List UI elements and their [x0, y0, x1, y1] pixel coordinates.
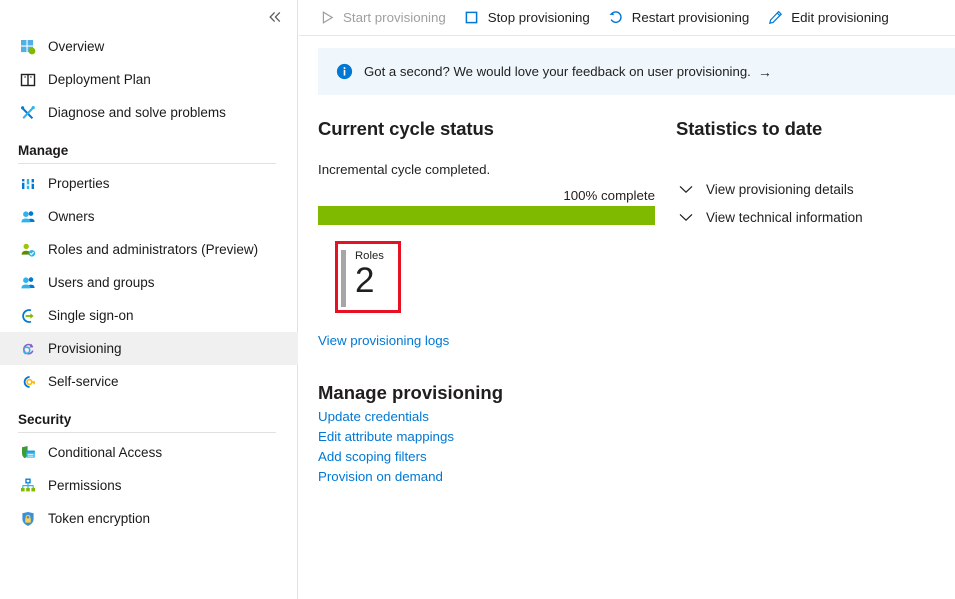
pencil-edit-icon: [766, 9, 784, 27]
roles-stat-tile-wrapper: Roles 2: [335, 241, 405, 313]
sidebar: Overview Deployment Plan Diagnose and so…: [0, 0, 298, 599]
sidebar-item-self-service[interactable]: Self-service: [0, 365, 298, 398]
sidebar-item-label: Single sign-on: [48, 308, 134, 323]
sidebar-group-manage: Manage: [18, 143, 69, 158]
azure-provisioning-page: Overview Deployment Plan Diagnose and so…: [0, 0, 955, 599]
users-group-icon: [18, 274, 38, 292]
sidebar-item-properties[interactable]: Properties: [0, 167, 298, 200]
sidebar-divider: [18, 163, 276, 164]
feedback-banner[interactable]: Got a second? We would love your feedbac…: [318, 48, 955, 95]
sidebar-item-label: Overview: [48, 39, 105, 54]
add-scoping-filters-link[interactable]: Add scoping filters: [318, 447, 658, 467]
command-label: Restart provisioning: [631, 10, 750, 25]
current-cycle-status-column: Current cycle status Incremental cycle c…: [318, 118, 658, 487]
sidebar-item-label: Deployment Plan: [48, 72, 151, 87]
chevron-down-icon: [676, 185, 696, 194]
expander-view-provisioning-details[interactable]: View provisioning details: [676, 178, 955, 200]
tile-body: Roles 2: [355, 250, 384, 307]
self-service-key-icon: [18, 373, 38, 391]
restart-arrow-icon: [607, 9, 625, 27]
section-title-manage-provisioning: Manage provisioning: [318, 382, 504, 403]
token-encryption-lock-icon: [18, 510, 38, 528]
owners-people-icon: [18, 208, 38, 226]
main-content: Start provisioning Stop provisioning Res…: [299, 0, 955, 599]
sidebar-item-token-encryption[interactable]: Token encryption: [0, 502, 298, 535]
statistics-column: Statistics to date View provisioning det…: [676, 118, 955, 228]
stop-square-icon: [463, 9, 481, 27]
sidebar-group-security: Security: [18, 412, 72, 427]
sidebar-item-users-and-groups[interactable]: Users and groups: [0, 266, 298, 299]
sidebar-item-label: Token encryption: [48, 511, 151, 526]
sidebar-item-permissions[interactable]: Permissions: [0, 469, 298, 502]
edit-attribute-mappings-link[interactable]: Edit attribute mappings: [318, 427, 658, 447]
chevron-down-icon: [676, 213, 696, 222]
conditional-access-shield-icon: [18, 444, 38, 462]
sidebar-nav-list: Overview Deployment Plan Diagnose and so…: [0, 30, 298, 535]
sidebar-item-owners[interactable]: Owners: [0, 200, 298, 233]
sidebar-item-label: Permissions: [48, 478, 122, 493]
sidebar-item-provisioning[interactable]: Provisioning: [0, 332, 298, 365]
restart-provisioning-button[interactable]: Restart provisioning: [607, 3, 750, 33]
tile-value: 2: [355, 261, 375, 300]
stop-provisioning-button[interactable]: Stop provisioning: [463, 3, 590, 33]
sidebar-item-label: Roles and administrators (Preview): [48, 242, 259, 257]
arrow-right-icon: →: [757, 63, 772, 80]
single-sign-on-icon: [18, 307, 38, 325]
progress-bar: [318, 206, 655, 225]
command-label: Stop provisioning: [487, 10, 590, 25]
start-provisioning-button[interactable]: Start provisioning: [318, 3, 446, 33]
update-credentials-link[interactable]: Update credentials: [318, 407, 658, 427]
progress-percent-label: 100% complete: [563, 188, 655, 203]
play-triangle-icon: [318, 9, 336, 27]
sidebar-item-conditional-access[interactable]: Conditional Access: [0, 436, 298, 469]
sidebar-item-single-sign-on[interactable]: Single sign-on: [0, 299, 298, 332]
book-icon: [18, 71, 38, 89]
sidebar-item-label: Provisioning: [48, 341, 122, 356]
info-circle-icon: [336, 63, 354, 81]
command-label: Start provisioning: [343, 10, 446, 25]
expander-label: View technical information: [706, 209, 863, 225]
permissions-tree-icon: [18, 477, 38, 495]
progress-bar-fill: [318, 206, 655, 225]
section-title-statistics-to-date: Statistics to date: [676, 118, 823, 139]
command-bar: Start provisioning Stop provisioning Res…: [299, 0, 955, 36]
sidebar-item-deployment-plan[interactable]: Deployment Plan: [0, 63, 298, 96]
provisioning-icon: [18, 340, 38, 358]
overview-grid-icon: [18, 38, 38, 56]
sidebar-item-label: Users and groups: [48, 275, 155, 290]
properties-bars-icon: [18, 175, 38, 193]
roles-stat-tile[interactable]: Roles 2: [341, 247, 405, 307]
sidebar-item-label: Properties: [48, 176, 110, 191]
sidebar-item-overview[interactable]: Overview: [0, 30, 298, 63]
sidebar-divider: [18, 432, 276, 433]
view-provisioning-logs-link[interactable]: View provisioning logs: [318, 331, 658, 351]
expander-view-technical-information[interactable]: View technical information: [676, 206, 955, 228]
sidebar-item-label: Owners: [48, 209, 95, 224]
tools-icon: [18, 104, 38, 122]
page-title-current-cycle-status: Current cycle status: [318, 118, 494, 139]
cycle-status-text: Incremental cycle completed.: [318, 162, 491, 177]
command-label: Edit provisioning: [791, 10, 889, 25]
expander-label: View provisioning details: [706, 181, 854, 197]
sidebar-item-label: Diagnose and solve problems: [48, 105, 226, 120]
sidebar-item-diagnose-and-solve-problems[interactable]: Diagnose and solve problems: [0, 96, 298, 129]
roles-person-icon: [18, 241, 38, 259]
double-chevron-left-icon[interactable]: [263, 6, 287, 28]
sidebar-item-roles-and-administrators[interactable]: Roles and administrators (Preview): [0, 233, 298, 266]
edit-provisioning-button[interactable]: Edit provisioning: [766, 3, 889, 33]
tile-accent-bar: [341, 250, 346, 307]
provision-on-demand-link[interactable]: Provision on demand: [318, 467, 658, 487]
sidebar-item-label: Conditional Access: [48, 445, 163, 460]
banner-text: Got a second? We would love your feedbac…: [364, 64, 751, 79]
sidebar-item-label: Self-service: [48, 374, 119, 389]
